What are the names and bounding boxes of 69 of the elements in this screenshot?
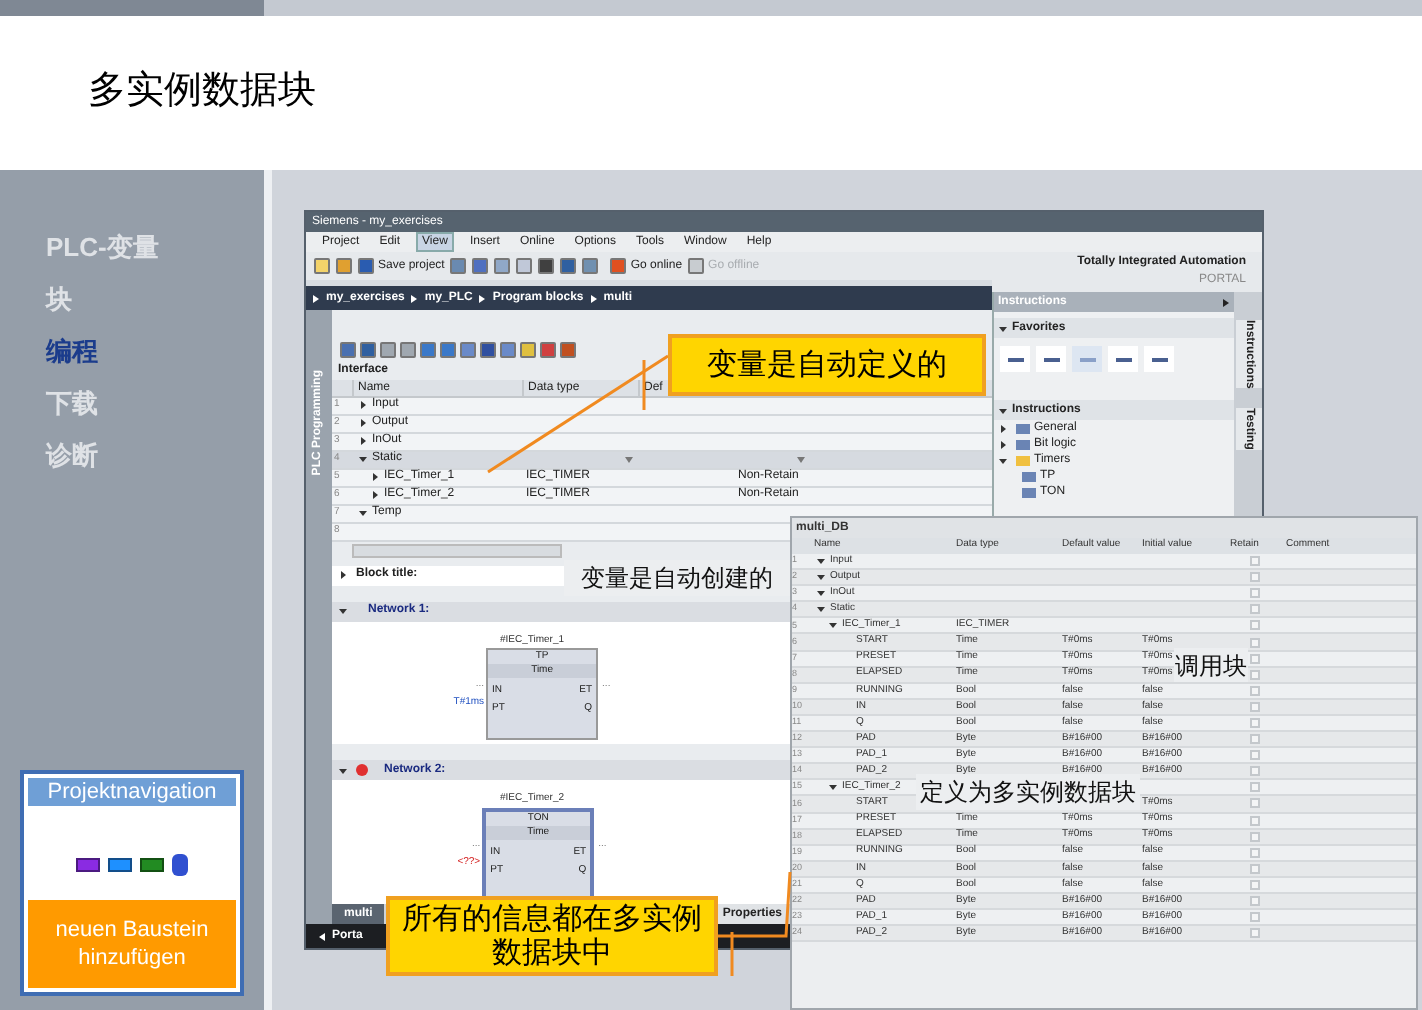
chevron-icon: [410, 293, 419, 303]
expanded-triangle-icon[interactable]: [816, 604, 826, 615]
retain-checkbox[interactable]: [1249, 847, 1259, 858]
collapse-arrow-icon[interactable]: [1222, 297, 1230, 307]
collapsed-triangle-icon[interactable]: [370, 490, 380, 501]
expanded-triangle-icon[interactable]: [998, 455, 1008, 465]
retain-checkbox[interactable]: [1249, 766, 1259, 777]
collapsed-triangle-icon[interactable]: [338, 570, 348, 581]
slide-title: 多实例数据块: [88, 68, 316, 117]
annotation-tooltip: 定义为多实例数据块: [916, 774, 1140, 810]
expanded-triangle-icon[interactable]: [358, 454, 368, 465]
retain-checkbox[interactable]: [1249, 620, 1259, 631]
back-arrow-icon[interactable]: [318, 931, 326, 941]
retain-checkbox[interactable]: [1249, 831, 1259, 842]
chevron-icon: [312, 293, 320, 303]
retain-checkbox[interactable]: [1249, 653, 1259, 664]
retain-checkbox[interactable]: [1249, 717, 1259, 728]
panel-title: Projektnavigation: [28, 778, 236, 806]
ladder-element-icon[interactable]: [1036, 346, 1066, 372]
retain-checkbox[interactable]: [1249, 750, 1259, 761]
chevron-icon: [478, 293, 487, 303]
retain-checkbox[interactable]: [1249, 782, 1259, 793]
expanded-triangle-icon[interactable]: [816, 588, 826, 599]
ladder-element-icon[interactable]: [1000, 346, 1030, 372]
retain-checkbox[interactable]: [1249, 863, 1259, 874]
collapsed-triangle-icon[interactable]: [998, 423, 1008, 433]
retain-checkbox[interactable]: [1249, 879, 1259, 890]
retain-checkbox[interactable]: [1249, 912, 1259, 923]
expanded-triangle-icon[interactable]: [338, 765, 348, 776]
retain-checkbox[interactable]: [1249, 572, 1259, 583]
expanded-triangle-icon[interactable]: [998, 405, 1008, 415]
expanded-triangle-icon[interactable]: [998, 323, 1008, 333]
chevron-icon: [589, 293, 598, 303]
retain-checkbox[interactable]: [1249, 685, 1259, 696]
retain-checkbox[interactable]: [1249, 556, 1259, 567]
retain-checkbox[interactable]: [1249, 604, 1259, 615]
collapsed-triangle-icon[interactable]: [998, 439, 1008, 449]
horizontal-scrollbar[interactable]: [352, 543, 562, 558]
retain-checkbox[interactable]: [1249, 928, 1259, 939]
callout-tooltip: 变量是自动定义的: [668, 334, 986, 396]
annotation-tooltip: 调用块: [1174, 648, 1248, 682]
callout-tooltip: 所有的信息都在多实例数据块中: [386, 896, 718, 976]
ladder-element-icon[interactable]: [1108, 346, 1138, 372]
annotation-tooltip: 变量是自动创建的: [564, 560, 790, 596]
expanded-triangle-icon[interactable]: [828, 620, 838, 631]
retain-checkbox[interactable]: [1249, 701, 1259, 712]
collapsed-triangle-icon[interactable]: [370, 472, 380, 483]
retain-checkbox[interactable]: [1249, 798, 1259, 809]
expanded-triangle-icon[interactable]: [828, 782, 838, 793]
retain-checkbox[interactable]: [1249, 588, 1259, 599]
database-icon: [172, 854, 188, 876]
retain-checkbox[interactable]: [1249, 896, 1259, 907]
block-icon: [140, 858, 164, 872]
collapsed-triangle-icon[interactable]: [358, 418, 368, 429]
expanded-triangle-icon[interactable]: [816, 572, 826, 583]
collapsed-triangle-icon[interactable]: [358, 400, 368, 411]
retain-checkbox[interactable]: [1249, 637, 1259, 648]
expanded-triangle-icon[interactable]: [338, 606, 348, 617]
retain-checkbox[interactable]: [1249, 669, 1259, 680]
collapsed-triangle-icon[interactable]: [358, 436, 368, 447]
folder-icon: [1016, 455, 1030, 465]
block-icon: [108, 858, 132, 872]
expanded-triangle-icon[interactable]: [816, 556, 826, 567]
expanded-triangle-icon[interactable]: [358, 508, 368, 519]
retain-checkbox[interactable]: [1249, 815, 1259, 826]
nav-item[interactable]: 编程: [46, 326, 264, 378]
retain-checkbox[interactable]: [1249, 734, 1259, 745]
block-icon: [76, 858, 100, 872]
ladder-element-icon[interactable]: [1144, 346, 1174, 372]
